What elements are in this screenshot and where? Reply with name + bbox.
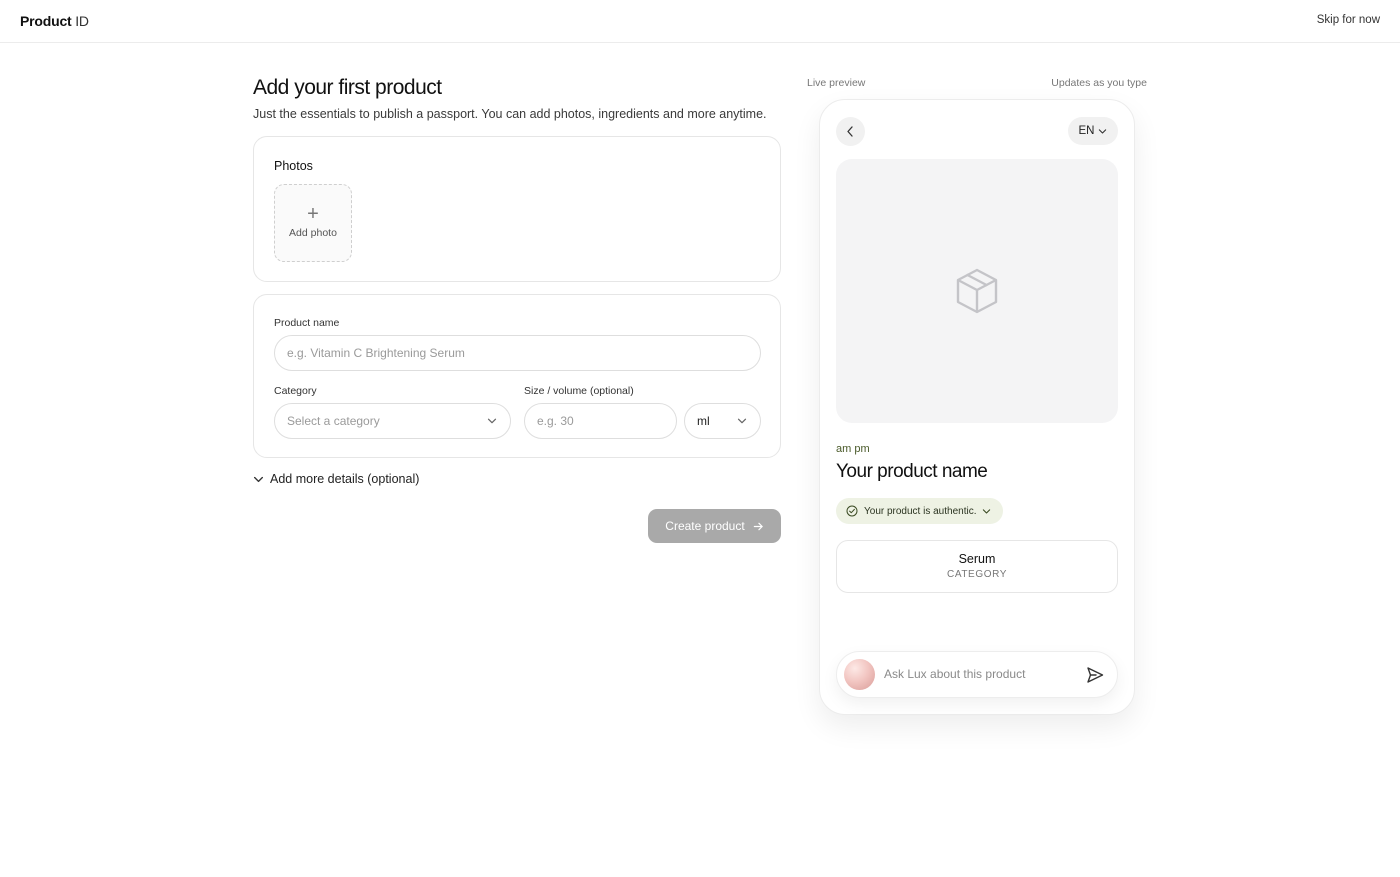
add-more-details-label: Add more details (optional) bbox=[270, 472, 420, 486]
preview-brand-name: am pm bbox=[836, 443, 870, 455]
product-name-label: Product name bbox=[274, 317, 340, 329]
authenticity-label: Your product is authentic. bbox=[864, 505, 977, 517]
brand-logo: Product ID bbox=[20, 13, 89, 29]
unit-select-value: ml bbox=[697, 414, 710, 428]
category-value: Serum bbox=[958, 552, 996, 566]
chevron-down-icon bbox=[487, 418, 497, 424]
add-more-details-toggle[interactable]: Add more details (optional) bbox=[253, 472, 419, 486]
skip-for-now-link[interactable]: Skip for now bbox=[1317, 14, 1380, 26]
create-product-button[interactable]: Create product bbox=[648, 509, 781, 543]
unit-select[interactable]: ml bbox=[684, 403, 761, 439]
page-subtitle: Just the essentials to publish a passpor… bbox=[253, 107, 767, 121]
category-select[interactable]: Select a category bbox=[274, 403, 511, 439]
live-preview-label: Live preview bbox=[807, 77, 866, 89]
size-label: Size / volume (optional) bbox=[524, 385, 634, 397]
size-input[interactable]: e.g. 30 bbox=[524, 403, 677, 439]
ask-lux-input[interactable]: Ask Lux about this product bbox=[884, 652, 1025, 697]
package-icon bbox=[956, 268, 998, 314]
send-icon[interactable] bbox=[1085, 665, 1105, 685]
plus-icon: + bbox=[307, 203, 319, 225]
category-select-value: Select a category bbox=[287, 414, 380, 428]
preview-product-name: Your product name bbox=[836, 461, 988, 482]
add-photo-button[interactable]: + Add photo bbox=[274, 184, 352, 262]
updates-label: Updates as you type bbox=[1051, 77, 1147, 89]
product-image-placeholder bbox=[836, 159, 1118, 423]
chevron-down-icon bbox=[253, 476, 264, 482]
photos-card: Photos + Add photo bbox=[253, 136, 781, 282]
chevron-down-icon bbox=[983, 508, 991, 514]
arrow-right-icon bbox=[753, 522, 763, 530]
brand-light: ID bbox=[75, 13, 89, 29]
form-header: Add your first product Just the essentia… bbox=[253, 76, 781, 121]
lux-avatar bbox=[844, 659, 875, 690]
chevron-down-icon bbox=[1099, 128, 1107, 134]
category-label: Category bbox=[274, 385, 317, 397]
language-value: EN bbox=[1078, 125, 1095, 137]
authenticity-badge[interactable]: Your product is authentic. bbox=[836, 498, 1004, 524]
product-name-input[interactable]: e.g. Vitamin C Brightening Serum bbox=[274, 335, 761, 371]
language-selector[interactable]: EN bbox=[1068, 117, 1118, 145]
check-circle-icon bbox=[846, 505, 858, 517]
ask-lux-bar[interactable]: Ask Lux about this product bbox=[836, 651, 1118, 698]
phone-preview: EN am pm Your product name Your product … bbox=[819, 99, 1135, 715]
add-photo-label: Add photo bbox=[289, 227, 337, 239]
category-info-card: Serum CATEGORY bbox=[836, 540, 1118, 593]
page-title: Add your first product bbox=[253, 76, 442, 99]
create-product-label: Create product bbox=[665, 519, 745, 533]
top-bar: Product ID Skip for now bbox=[0, 0, 1400, 43]
photos-label: Photos bbox=[274, 159, 313, 173]
product-details-card: Product name e.g. Vitamin C Brightening … bbox=[253, 294, 781, 458]
brand-strong: Product bbox=[20, 13, 72, 29]
back-button[interactable] bbox=[836, 117, 865, 146]
category-caption: CATEGORY bbox=[947, 569, 1007, 580]
chevron-left-icon bbox=[847, 126, 853, 137]
chevron-down-icon bbox=[737, 418, 747, 424]
